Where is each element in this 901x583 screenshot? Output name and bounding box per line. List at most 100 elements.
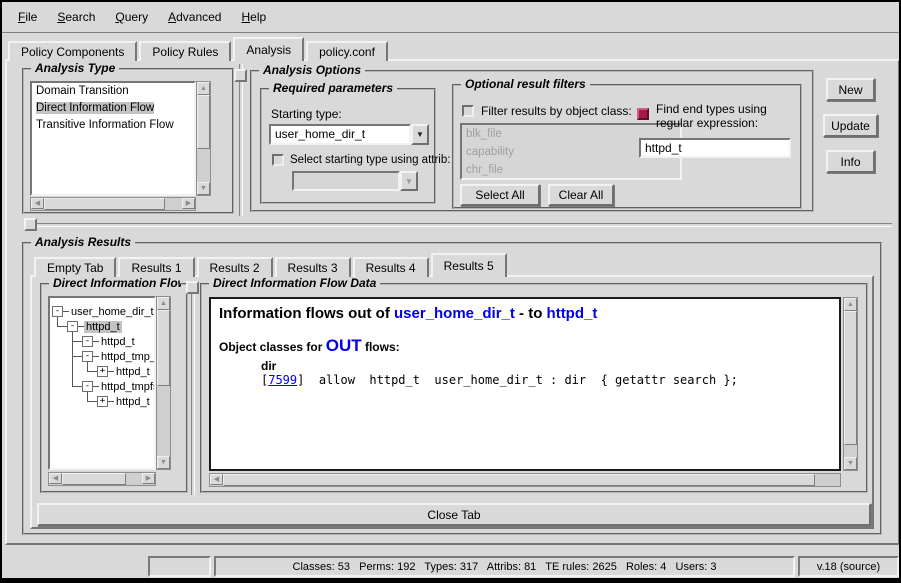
required-parameters-frame: Required parameters Starting type: user_… [260, 88, 436, 204]
horizontal-splitter[interactable] [30, 223, 892, 227]
tab-policy-rules[interactable]: Policy Rules [139, 41, 231, 61]
regex-checkbox[interactable] [637, 108, 649, 120]
close-tab-button[interactable]: Close Tab [37, 503, 871, 526]
tree-node-label[interactable]: httpd_tmpfs_t [99, 381, 156, 393]
tree-expander[interactable]: + [97, 366, 108, 377]
new-button[interactable]: New [826, 78, 875, 101]
scroll-left-icon[interactable]: ◀ [210, 474, 223, 485]
tree-expander[interactable]: - [82, 336, 93, 347]
apol-window: File Search Query Advanced Help Policy C… [0, 0, 901, 583]
results-panel: Direct Information Flow T -user_home_dir… [30, 275, 874, 529]
menu-search[interactable]: Search [47, 7, 105, 27]
menu-query[interactable]: Query [105, 7, 158, 27]
tree-node[interactable]: -user_home_dir_t [50, 304, 154, 319]
flow-data-title: Direct Information Flow Data [209, 276, 380, 290]
analysis-type-frame: Analysis Type Domain Transition Direct I… [22, 68, 234, 214]
tab-results-5[interactable]: Results 5 [431, 253, 507, 277]
flow-tree[interactable]: -user_home_dir_t -httpd_t -httpd_t -http… [48, 296, 156, 470]
scroll-right-icon[interactable]: ▶ [142, 473, 155, 484]
tree-node[interactable]: -httpd_tmpfs_t [50, 379, 154, 394]
tab-analysis[interactable]: Analysis [233, 37, 304, 61]
analysis-type-listbox[interactable]: Domain Transition Direct Information Flo… [30, 81, 196, 196]
list-item[interactable]: Domain Transition [32, 83, 194, 100]
tree-node-label-selected[interactable]: httpd_t [84, 321, 122, 333]
scroll-left-icon[interactable]: ◀ [49, 473, 62, 484]
tree-node-label[interactable]: httpd_t [114, 366, 152, 378]
scroll-thumb[interactable] [44, 198, 165, 210]
rule-number-link[interactable]: 7599 [268, 373, 297, 387]
analysis-options-title: Analysis Options [259, 63, 365, 77]
tree-node-label[interactable]: httpd_t [99, 336, 137, 348]
tree-node[interactable]: -httpd_t [50, 319, 154, 334]
list-item[interactable]: Transitive Information Flow [32, 117, 194, 134]
flow-data-frame: Direct Information Flow Data Information… [200, 283, 868, 493]
update-button[interactable]: Update [823, 114, 878, 137]
analysis-type-vscroll[interactable]: ▲ ▼ [196, 81, 211, 196]
tree-expander[interactable]: - [67, 321, 78, 332]
tree-node[interactable]: + httpd_t [50, 394, 154, 409]
scroll-up-icon[interactable]: ▲ [157, 297, 170, 310]
combo-arrow-icon[interactable]: ▼ [411, 124, 429, 145]
tab-results-3[interactable]: Results 3 [275, 257, 351, 277]
tree-node-label[interactable]: httpd_t [114, 396, 152, 408]
tree-expander[interactable]: - [52, 306, 63, 317]
flow-data-textarea[interactable]: Information flows out of user_home_dir_t… [209, 297, 841, 471]
tree-node[interactable]: -httpd_tmp_t [50, 349, 154, 364]
select-all-button[interactable]: Select All [460, 184, 540, 206]
tab-results-4[interactable]: Results 4 [353, 257, 429, 277]
tree-vscroll[interactable]: ▲ ▼ [156, 296, 171, 470]
tab-policy-conf[interactable]: policy.conf [306, 41, 388, 61]
attrib-combo-value [292, 171, 400, 191]
scroll-thumb[interactable] [157, 310, 170, 386]
scroll-up-icon[interactable]: ▲ [197, 82, 210, 95]
splitter-handle[interactable] [186, 281, 199, 294]
info-button[interactable]: Info [826, 150, 875, 173]
tab-empty-tab[interactable]: Empty Tab [34, 257, 116, 277]
source-type: user_home_dir_t [394, 305, 515, 322]
tree-node[interactable]: + httpd_t [50, 364, 154, 379]
tab-policy-components[interactable]: Policy Components [8, 41, 137, 61]
vertical-splitter[interactable] [191, 281, 195, 495]
te-rule-line: [7599] allow httpd_t user_home_dir_t : d… [261, 373, 831, 387]
scroll-down-icon[interactable]: ▼ [197, 182, 210, 195]
analysis-type-hscroll[interactable]: ◀ ▶ [30, 197, 196, 211]
tree-hscroll[interactable]: ◀ ▶ [48, 472, 156, 486]
analysis-results-title: Analysis Results [31, 235, 135, 249]
menu-help[interactable]: Help [231, 7, 276, 27]
tree-expander[interactable]: + [97, 396, 108, 407]
scroll-left-icon[interactable]: ◀ [31, 198, 44, 209]
object-class-checkbox[interactable] [462, 105, 474, 117]
menu-bar: File Search Query Advanced Help [2, 2, 899, 33]
data-vscroll[interactable]: ▲ ▼ [843, 297, 858, 471]
tree-connector [72, 332, 73, 386]
scroll-up-icon[interactable]: ▲ [844, 298, 857, 311]
attrib-combobox: ▼ [292, 171, 418, 191]
regex-checkbox-label: Find end types using regular expression: [656, 102, 798, 130]
selected-analysis-type[interactable]: Direct Information Flow [36, 102, 154, 114]
regex-input[interactable] [639, 138, 791, 158]
splitter-handle[interactable] [24, 218, 37, 231]
data-hscroll[interactable]: ◀ [209, 473, 841, 487]
scroll-thumb[interactable] [844, 311, 857, 445]
tree-node-label[interactable]: user_home_dir_t [69, 306, 156, 318]
tree-expander[interactable]: - [82, 351, 93, 362]
scroll-down-icon[interactable]: ▼ [844, 457, 857, 470]
menu-advanced[interactable]: Advanced [158, 7, 231, 27]
scroll-thumb[interactable] [197, 95, 210, 149]
scroll-right-icon[interactable]: ▶ [182, 198, 195, 209]
tab-results-1[interactable]: Results 1 [118, 257, 194, 277]
menu-file[interactable]: File [8, 7, 47, 27]
tab-results-2[interactable]: Results 2 [197, 257, 273, 277]
tree-expander[interactable]: - [82, 381, 93, 392]
required-parameters-title: Required parameters [269, 81, 397, 95]
starting-type-combobox[interactable]: user_home_dir_t ▼ [269, 124, 429, 145]
vertical-splitter[interactable] [239, 64, 243, 216]
scroll-thumb[interactable] [223, 474, 815, 486]
attrib-checkbox[interactable] [272, 154, 284, 166]
scroll-thumb[interactable] [62, 473, 126, 485]
clear-all-button[interactable]: Clear All [548, 184, 614, 206]
scroll-down-icon[interactable]: ▼ [157, 456, 170, 469]
splitter-handle[interactable] [234, 69, 247, 82]
tree-node-label[interactable]: httpd_tmp_t [99, 351, 156, 363]
tree-node[interactable]: -httpd_t [50, 334, 154, 349]
